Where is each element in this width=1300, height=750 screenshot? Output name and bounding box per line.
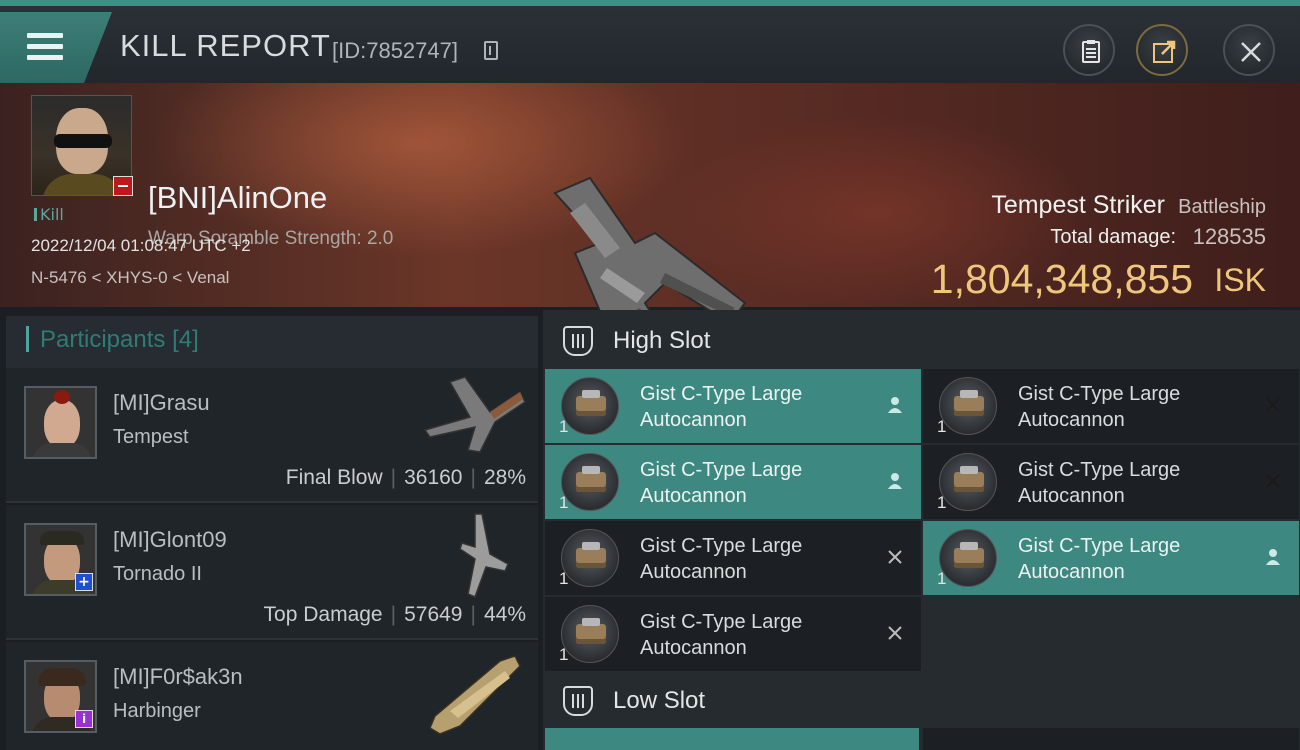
participant-role: Final Blow: [285, 466, 383, 489]
module-name: Gist C-Type Large Autocannon: [640, 459, 803, 507]
total-damage-label: Total damage:: [1050, 226, 1176, 248]
autocannon-icon: [939, 377, 997, 435]
module-name: Gist C-Type Large Autocannon: [640, 535, 803, 583]
top-bar: KILL REPORT [ID:7852747]: [0, 0, 1300, 83]
corp-plus-badge: +: [75, 573, 93, 591]
report-id: [ID:7852747]: [332, 38, 458, 63]
isk-unit: ISK: [1214, 262, 1266, 298]
participants-panel: Participants [4] [MI]Grasu Tempest Final…: [6, 316, 538, 750]
module-quantity: 1: [559, 417, 569, 436]
close-button[interactable]: [1223, 24, 1275, 76]
participant-avatar: [24, 386, 97, 459]
participant-ship-image: [459, 513, 509, 599]
participant-damage: 57649: [404, 603, 463, 626]
module-item[interactable]: 1 Gist C-Type Large Autocannon: [545, 521, 921, 595]
corp-info-badge: i: [75, 710, 93, 728]
module-item[interactable]: 1 Gist C-Type Large Autocannon: [545, 597, 921, 671]
destroyed-x-icon: [888, 550, 902, 564]
autocannon-icon: [939, 453, 997, 511]
dropped-person-icon: [888, 473, 902, 489]
hamburger-icon: [27, 33, 63, 66]
participant-stats: Top Damage | 57649 | 44%: [263, 603, 526, 626]
autocannon-icon: [561, 529, 619, 587]
ship-class: Battleship: [1178, 196, 1266, 218]
module-name: Gist C-Type Large Autocannon: [1018, 383, 1181, 431]
participant-ship-image: [429, 655, 521, 735]
participant-ship: Tempest: [113, 426, 189, 448]
module-item[interactable]: 1 Gist C-Type Large Autocannon: [923, 445, 1299, 519]
high-slot-icon: [563, 326, 593, 356]
kill-tag: Kill: [34, 205, 64, 224]
participant-percent: 44%: [483, 603, 526, 626]
module-name: Gist C-Type Large Autocannon: [1018, 535, 1181, 583]
module-quantity: 1: [937, 417, 947, 436]
participant-percent: 28%: [483, 466, 526, 489]
module-name: Gist C-Type Large Autocannon: [640, 611, 803, 659]
close-icon: [1241, 42, 1261, 62]
destroyed-x-icon: [888, 626, 902, 640]
victim-name[interactable]: [BNI]AlinOne: [148, 180, 327, 216]
dropped-person-icon: [1266, 549, 1280, 565]
module-name: Gist C-Type Large Autocannon: [640, 383, 803, 431]
participant-name: [MI]F0r$ak3n: [113, 664, 243, 689]
share-icon: [1153, 40, 1176, 63]
high-slot-label: High Slot: [613, 327, 711, 354]
participants-header: Participants [4]: [6, 316, 538, 368]
module-item[interactable]: 1 Gist C-Type Large Autocannon: [923, 369, 1299, 443]
page-title: KILL REPORT: [120, 28, 331, 63]
module-quantity: 1: [559, 645, 569, 664]
total-damage-value: 128535: [1192, 224, 1266, 249]
participant-ship-image: [423, 376, 526, 453]
participant-row[interactable]: + [MI]Glont09 Tornado II Top Damage | 5764…: [6, 505, 538, 640]
copy-icon[interactable]: [484, 41, 498, 60]
module-name: Gist C-Type Large Autocannon: [1018, 459, 1181, 507]
autocannon-icon: [561, 605, 619, 663]
module-item[interactable]: 1 Gist C-Type Large Autocannon: [545, 369, 921, 443]
participants-label: Participants: [40, 326, 166, 353]
low-slot-module-partial[interactable]: [545, 728, 919, 750]
kill-timestamp: 2022/12/04 01:08:47 UTC +2: [31, 236, 251, 255]
module-item[interactable]: 1 Gist C-Type Large Autocannon: [923, 521, 1299, 595]
participant-name: [MI]Grasu: [113, 390, 210, 415]
corp-minus-badge: [113, 176, 133, 196]
module-quantity: 1: [937, 493, 947, 512]
participant-row[interactable]: i [MI]F0r$ak3n Harbinger: [6, 642, 538, 750]
dropped-person-icon: [888, 397, 902, 413]
participant-stats: Final Blow | 36160 | 28%: [285, 466, 526, 489]
participant-row[interactable]: [MI]Grasu Tempest Final Blow | 36160 | 28%: [6, 368, 538, 503]
participant-role: Top Damage: [263, 603, 383, 626]
autocannon-icon: [939, 529, 997, 587]
low-slot-icon: [563, 686, 593, 716]
ship-name: Tempest Striker: [991, 191, 1165, 219]
participant-ship: Tornado II: [113, 563, 202, 585]
module-quantity: 1: [937, 569, 947, 588]
menu-button[interactable]: [0, 12, 112, 83]
low-slot-header: Low Slot: [543, 672, 1300, 730]
destroyed-x-icon: [1266, 474, 1280, 488]
clipboard-button[interactable]: [1063, 24, 1115, 76]
isk-value: 1,804,348,855: [930, 256, 1193, 302]
autocannon-icon: [561, 377, 619, 435]
low-slot-label: Low Slot: [613, 687, 706, 714]
high-slot-header: High Slot: [543, 312, 1300, 370]
fitting-panel: High Slot 1 Gist C-Type Large Autocannon…: [543, 310, 1300, 750]
destroyed-x-icon: [1266, 398, 1280, 412]
participant-name: [MI]Glont09: [113, 527, 227, 552]
module-quantity: 1: [559, 569, 569, 588]
kill-location: N-5476 < XHYS-0 < Venal: [31, 268, 230, 287]
participant-ship: Harbinger: [113, 700, 201, 722]
low-slot-module-partial[interactable]: [923, 728, 1299, 750]
share-button[interactable]: [1136, 24, 1188, 76]
module-quantity: 1: [559, 493, 569, 512]
module-item[interactable]: 1 Gist C-Type Large Autocannon: [545, 445, 921, 519]
clipboard-icon: [1082, 40, 1100, 63]
participant-damage: 36160: [404, 466, 463, 489]
participants-count: [4]: [172, 326, 199, 353]
autocannon-icon: [561, 453, 619, 511]
